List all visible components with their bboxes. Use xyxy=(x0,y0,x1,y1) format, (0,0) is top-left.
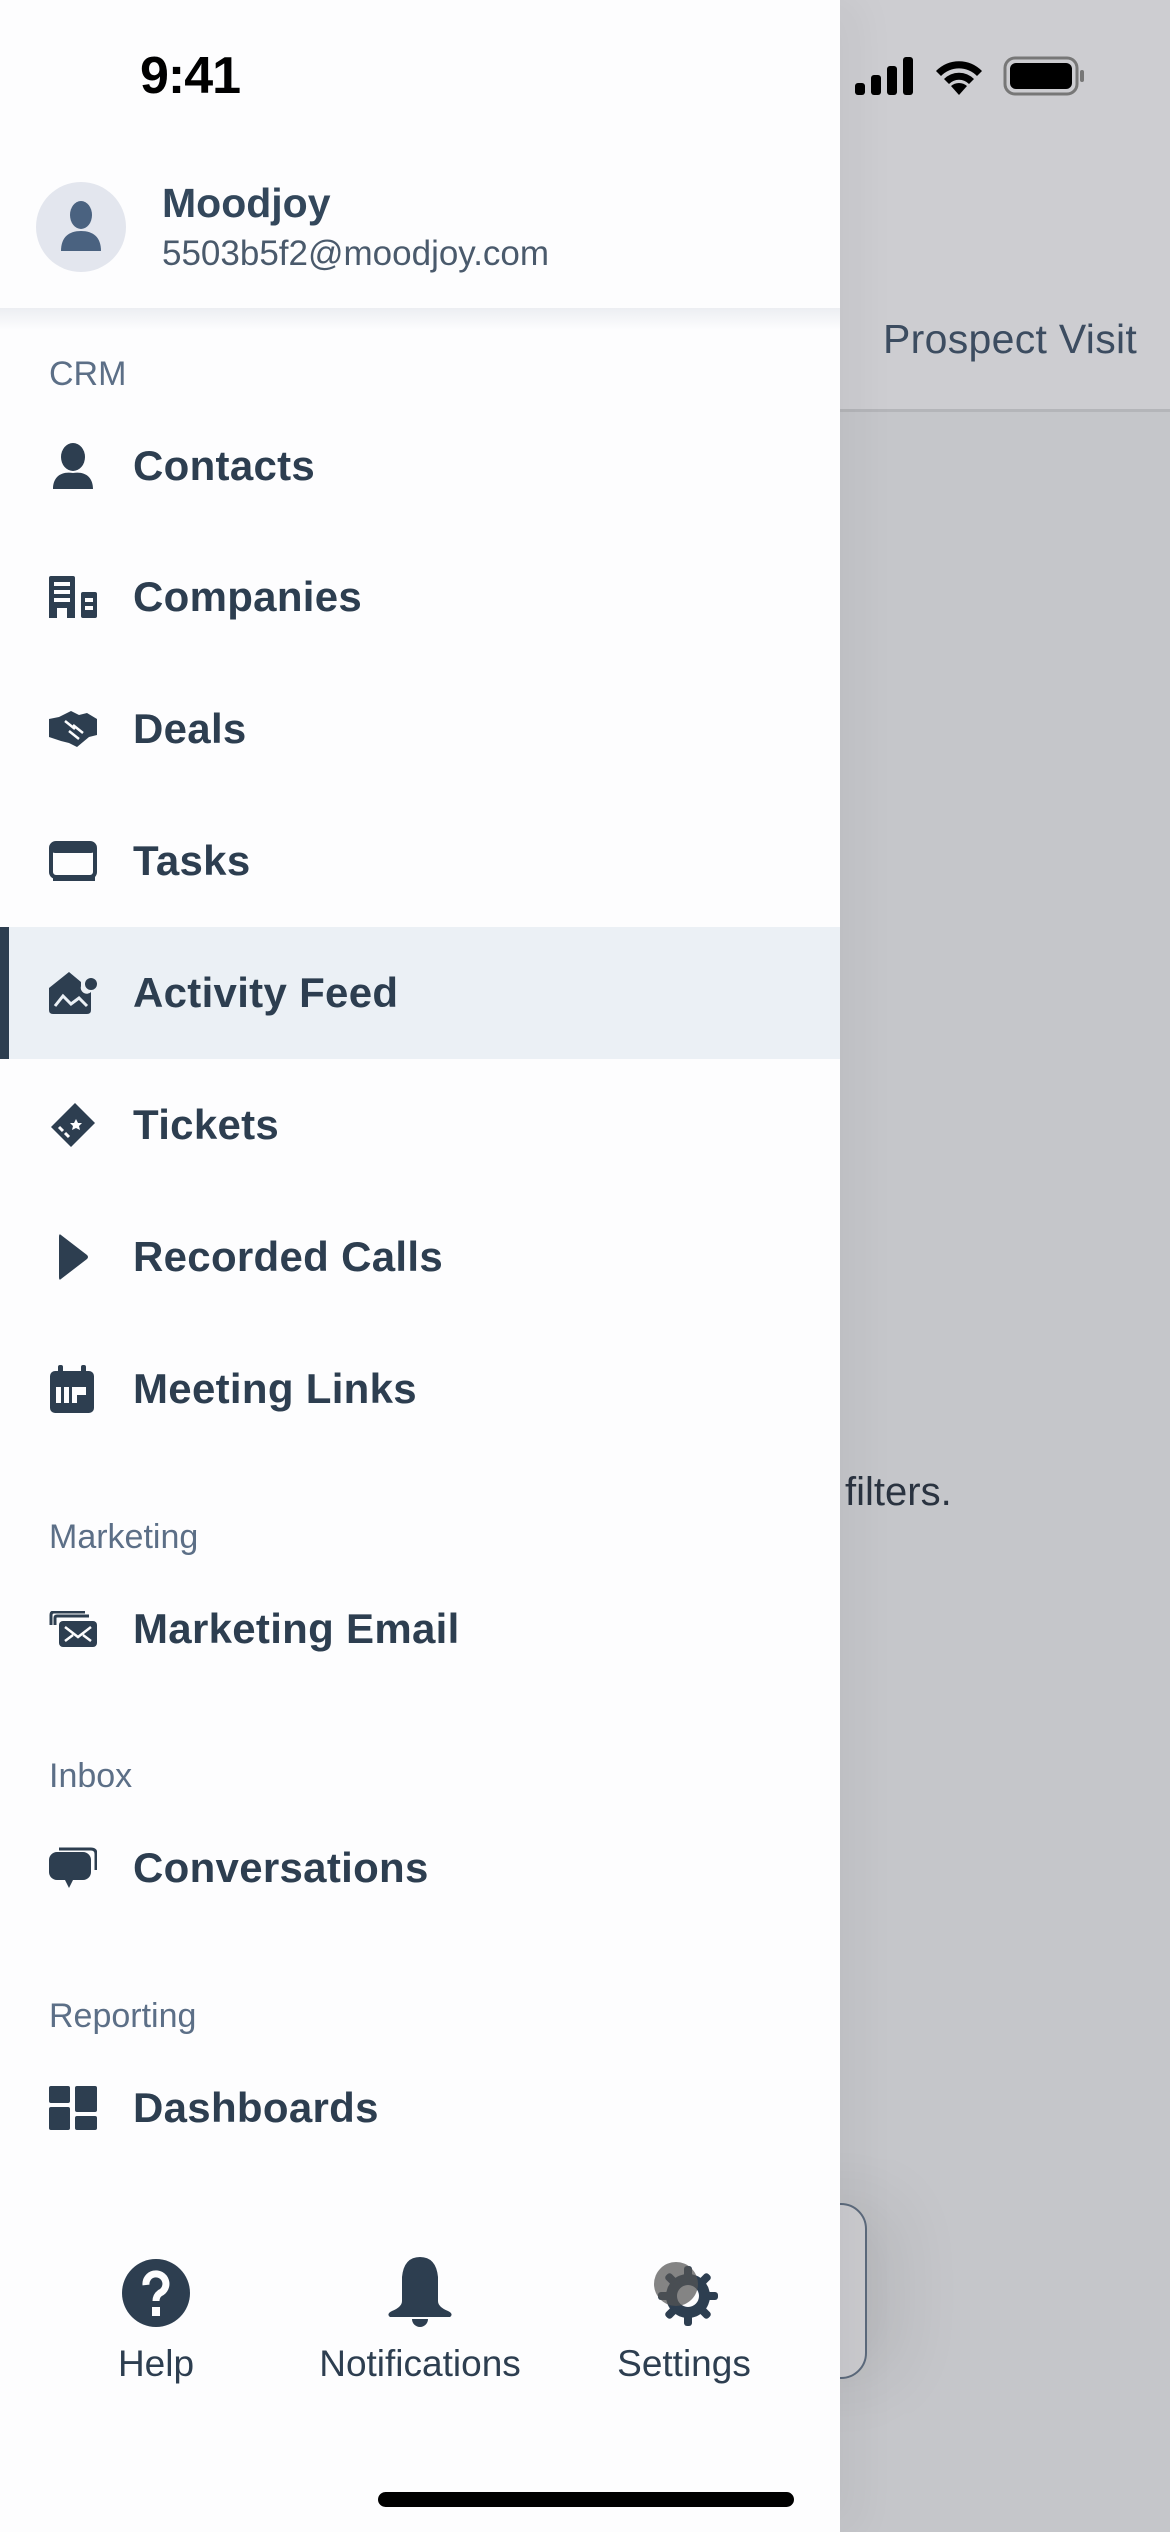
calendar-icon xyxy=(48,1364,98,1414)
nav-item-activity-feed[interactable]: Activity Feed xyxy=(0,927,840,1059)
nav-label: Meeting Links xyxy=(133,1365,417,1412)
nav-label: Tickets xyxy=(133,1101,280,1148)
dashboard-grid-icon xyxy=(48,2083,98,2133)
contact-person-icon xyxy=(48,441,98,491)
settings-label: Settings xyxy=(617,2343,751,2384)
nav-label: Tasks xyxy=(133,837,251,884)
nav-item-dashboards[interactable]: Dashboards xyxy=(0,2042,840,2174)
section-label-crm: CRM xyxy=(49,355,127,393)
nav-item-tickets[interactable]: Tickets xyxy=(0,1059,840,1191)
nav-item-conversations[interactable]: Conversations xyxy=(0,1802,840,1934)
nav-item-deals[interactable]: Deals xyxy=(0,663,840,795)
drawer-bottom-bar: Help Notifications Settings xyxy=(0,2255,840,2385)
nav-item-marketing-email[interactable]: Marketing Email xyxy=(0,1563,840,1695)
activity-feed-icon xyxy=(48,968,98,1018)
cellular-signal-icon xyxy=(855,57,915,100)
profile-header[interactable]: Moodjoy 5503b5f2@moodjoy.com xyxy=(0,150,840,310)
building-icon xyxy=(48,572,98,622)
nav-label: Dashboards xyxy=(133,2084,379,2131)
stacked-email-icon xyxy=(48,1604,98,1654)
nav-item-companies[interactable]: Companies xyxy=(0,531,840,663)
play-icon xyxy=(48,1232,98,1282)
handshake-icon xyxy=(48,704,98,754)
nav-label: Recorded Calls xyxy=(133,1233,443,1280)
nav-label: Deals xyxy=(133,705,247,752)
tasks-icon xyxy=(48,836,98,886)
nav-label: Marketing Email xyxy=(133,1605,460,1652)
section-label-reporting: Reporting xyxy=(49,1997,197,2035)
battery-icon xyxy=(1003,56,1085,101)
nav-label: Contacts xyxy=(133,442,316,489)
help-circle-icon xyxy=(122,2255,190,2331)
ticket-icon xyxy=(48,1100,98,1150)
gear-icon xyxy=(648,2255,720,2331)
avatar xyxy=(36,182,126,272)
profile-email: 5503b5f2@moodjoy.com xyxy=(162,234,550,273)
nav-item-recorded-calls[interactable]: Recorded Calls xyxy=(0,1191,840,1323)
status-bar-icons xyxy=(855,56,1085,101)
nav-item-meeting-links[interactable]: Meeting Links xyxy=(0,1323,840,1455)
notifications-label: Notifications xyxy=(319,2343,521,2384)
notifications-button[interactable]: Notifications xyxy=(300,2255,540,2385)
background-tab-prospect-visit[interactable]: Prospect Visit xyxy=(883,316,1137,363)
nav-item-tasks[interactable]: Tasks xyxy=(0,795,840,927)
background-empty-state-text: filters. xyxy=(845,1470,952,1514)
nav-label: Conversations xyxy=(133,1844,429,1891)
nav-label: Activity Feed xyxy=(133,969,399,1016)
nav-label: Companies xyxy=(133,573,363,620)
person-icon xyxy=(59,199,103,256)
section-label-marketing: Marketing xyxy=(49,1518,199,1556)
wifi-icon xyxy=(933,57,985,100)
status-bar-time: 9:41 xyxy=(140,47,241,105)
help-button[interactable]: Help xyxy=(36,2255,276,2385)
navigation-drawer: Moodjoy 5503b5f2@moodjoy.com CRM Contact… xyxy=(0,0,840,2532)
nav-item-contacts[interactable]: Contacts xyxy=(0,400,840,532)
chat-bubbles-icon xyxy=(48,1843,98,1893)
settings-button[interactable]: Settings xyxy=(564,2255,804,2385)
home-indicator[interactable] xyxy=(378,2492,794,2507)
help-label: Help xyxy=(117,2343,195,2384)
profile-name: Moodjoy xyxy=(162,180,331,226)
section-label-inbox: Inbox xyxy=(49,1757,133,1795)
bell-icon xyxy=(386,2255,454,2331)
profile-divider xyxy=(0,308,840,330)
